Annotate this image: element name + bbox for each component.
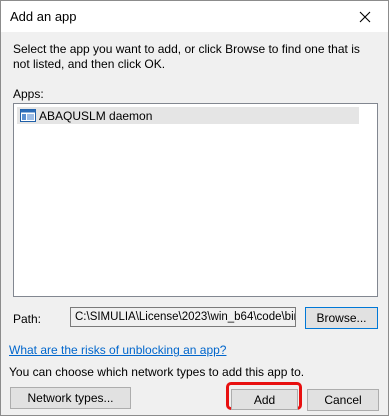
cancel-button[interactable]: Cancel	[307, 389, 379, 411]
risk-info-link[interactable]: What are the risks of unblocking an app?	[9, 343, 226, 357]
dialog-title: Add an app	[10, 9, 77, 24]
close-icon	[359, 11, 371, 22]
browse-button[interactable]: Browse...	[305, 307, 378, 329]
apps-listbox[interactable]: ABAQUSLM daemon	[13, 103, 378, 297]
intro-text: Select the app you want to add, or click…	[13, 42, 360, 71]
path-label: Path:	[13, 312, 42, 326]
list-item[interactable]: ABAQUSLM daemon	[17, 107, 359, 124]
network-types-info: You can choose which network types to ad…	[9, 365, 305, 379]
path-field[interactable]: C:\SIMULIA\License\2023\win_b64\code\bin…	[70, 307, 296, 327]
title-bar: Add an app	[1, 1, 388, 32]
application-icon	[20, 109, 36, 122]
apps-label: Apps:	[13, 87, 44, 101]
close-button[interactable]	[342, 1, 388, 32]
network-types-button[interactable]: Network types...	[10, 387, 131, 409]
add-app-dialog: Add an app Select the app you want to ad…	[0, 0, 389, 416]
list-item-label: ABAQUSLM daemon	[39, 108, 153, 123]
add-button[interactable]: Add	[231, 389, 298, 410]
